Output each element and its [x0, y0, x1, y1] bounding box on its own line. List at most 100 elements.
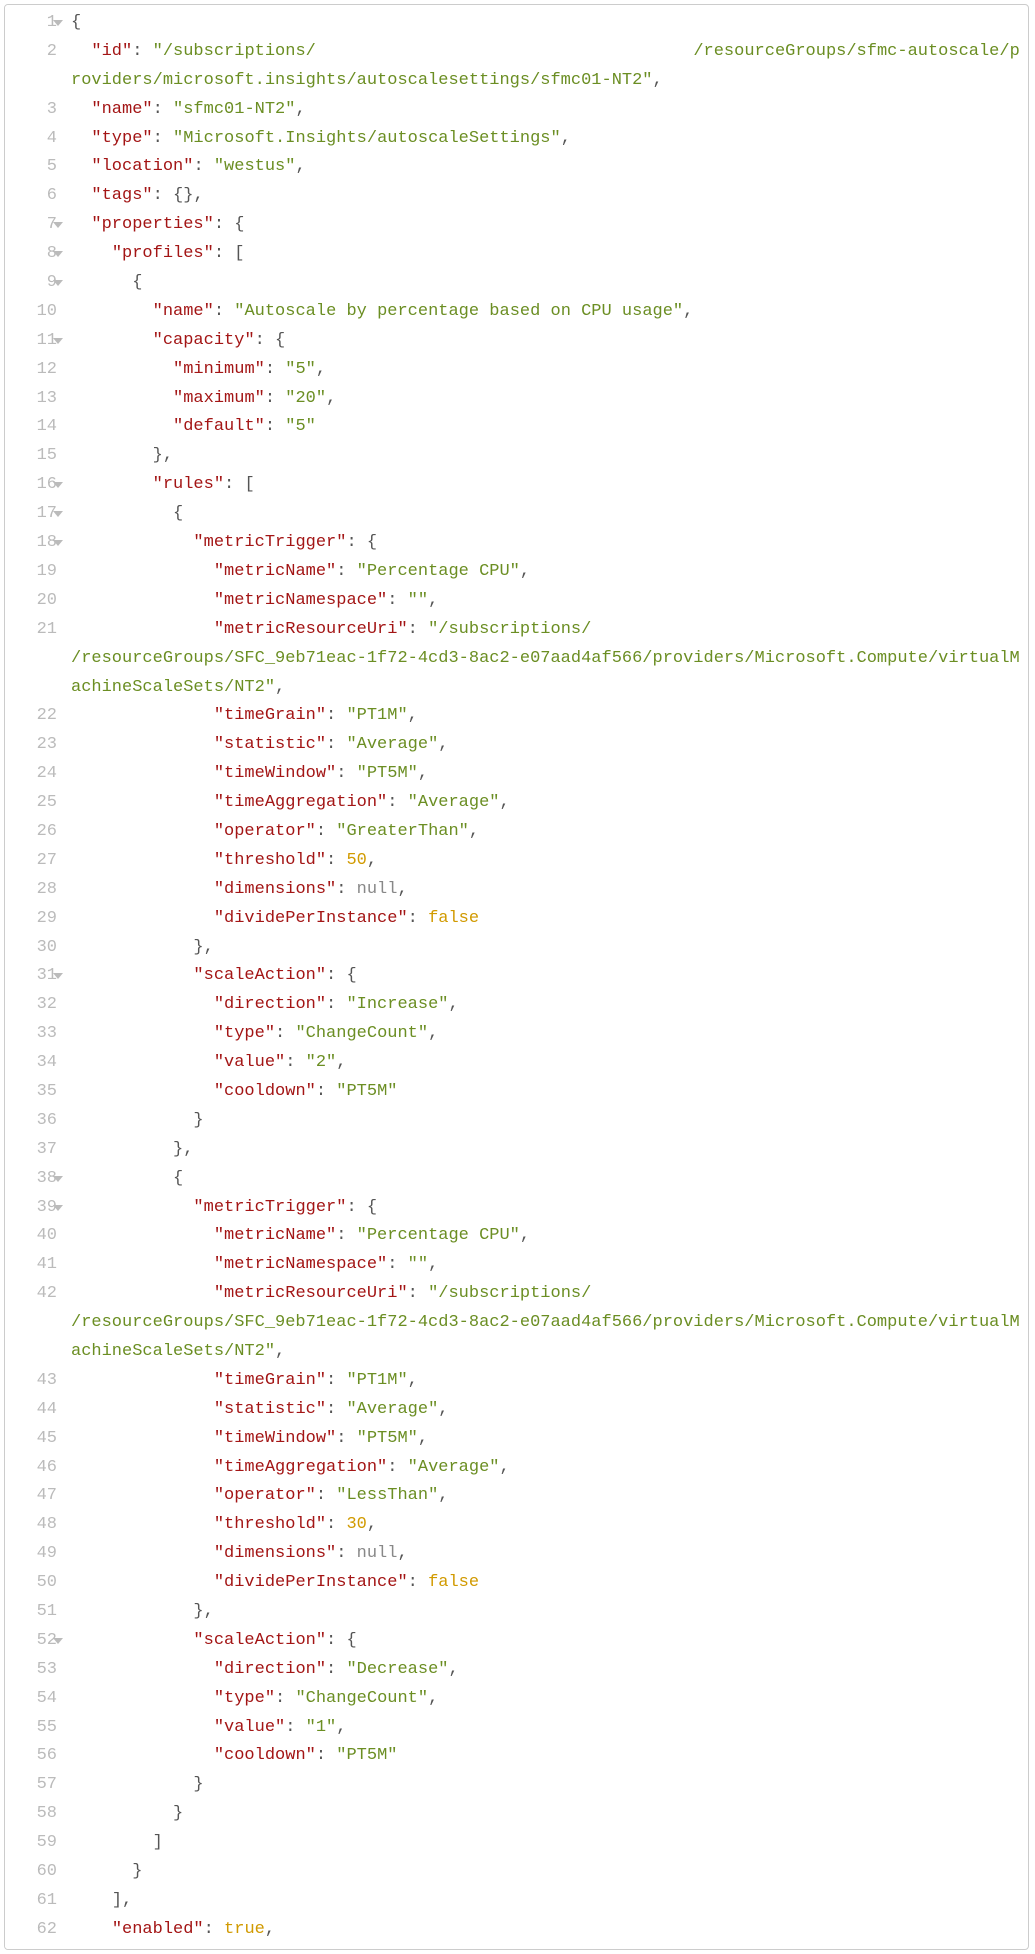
code-line[interactable]: "type": "ChangeCount", — [71, 1685, 1020, 1714]
gutter-line-number: 5 — [17, 153, 57, 182]
gutter-line-number: 26 — [17, 818, 57, 847]
code-line[interactable]: "dividePerInstance": false — [71, 1569, 1020, 1598]
code-line[interactable]: "properties": { — [71, 211, 1020, 240]
code-line[interactable]: "dimensions": null, — [71, 876, 1020, 905]
gutter-line-number: 8 — [17, 240, 57, 269]
code-line[interactable]: "operator": "LessThan", — [71, 1482, 1020, 1511]
code-line[interactable]: "value": "1", — [71, 1714, 1020, 1743]
code-line[interactable]: "cooldown": "PT5M" — [71, 1078, 1020, 1107]
gutter-line-number: 27 — [17, 847, 57, 876]
code-line[interactable]: "dividePerInstance": false — [71, 905, 1020, 934]
gutter-line-number: 28 — [17, 876, 57, 905]
code-line[interactable]: "location": "westus", — [71, 153, 1020, 182]
code-line[interactable]: "maximum": "20", — [71, 385, 1020, 414]
gutter-line-number: 3 — [17, 96, 57, 125]
gutter-line-number: 25 — [17, 789, 57, 818]
gutter-line-number: 14 — [17, 413, 57, 442]
code-line[interactable]: "timeGrain": "PT1M", — [71, 702, 1020, 731]
gutter-line-number: 21 — [17, 616, 57, 703]
gutter-line-number: 12 — [17, 356, 57, 385]
code-line[interactable]: "threshold": 30, — [71, 1511, 1020, 1540]
gutter-line-number: 4 — [17, 125, 57, 154]
code-line[interactable]: { — [71, 269, 1020, 298]
gutter-line-number: 59 — [17, 1829, 57, 1858]
gutter-line-number: 35 — [17, 1078, 57, 1107]
code-line[interactable]: { — [71, 1165, 1020, 1194]
code-line[interactable]: "metricName": "Percentage CPU", — [71, 1222, 1020, 1251]
code-line[interactable]: "scaleAction": { — [71, 1627, 1020, 1656]
code-line[interactable]: "statistic": "Average", — [71, 1396, 1020, 1425]
code-line[interactable]: "type": "ChangeCount", — [71, 1020, 1020, 1049]
gutter-line-number: 32 — [17, 991, 57, 1020]
code-line[interactable]: }, — [71, 1136, 1020, 1165]
code-line[interactable]: "direction": "Decrease", — [71, 1656, 1020, 1685]
code-line[interactable]: "default": "5" — [71, 413, 1020, 442]
code-line[interactable]: "scaleAction": { — [71, 962, 1020, 991]
code-line[interactable]: }, — [71, 1598, 1020, 1627]
code-line[interactable]: ], — [71, 1887, 1020, 1916]
gutter-line-number: 55 — [17, 1714, 57, 1743]
gutter-line-number: 1 — [17, 9, 57, 38]
code-line[interactable]: "rules": [ — [71, 471, 1020, 500]
gutter-line-number: 54 — [17, 1685, 57, 1714]
code-line[interactable]: "capacity": { — [71, 327, 1020, 356]
gutter-line-number: 42 — [17, 1280, 57, 1367]
gutter-line-number: 11 — [17, 327, 57, 356]
code-line[interactable]: "metricTrigger": { — [71, 529, 1020, 558]
code-line[interactable]: "metricName": "Percentage CPU", — [71, 558, 1020, 587]
gutter-line-number: 48 — [17, 1511, 57, 1540]
code-line[interactable]: "operator": "GreaterThan", — [71, 818, 1020, 847]
gutter-line-number: 29 — [17, 905, 57, 934]
code-line[interactable]: "name": "Autoscale by percentage based o… — [71, 298, 1020, 327]
code-line[interactable]: } — [71, 1858, 1020, 1887]
code-line[interactable]: "statistic": "Average", — [71, 731, 1020, 760]
code-line[interactable]: "value": "2", — [71, 1049, 1020, 1078]
code-line[interactable]: "id": "/subscriptions/ /resourceGroups/s… — [71, 38, 1020, 96]
gutter-line-number: 38 — [17, 1165, 57, 1194]
code-line[interactable]: "minimum": "5", — [71, 356, 1020, 385]
gutter-line-number: 31 — [17, 962, 57, 991]
code-line[interactable]: ] — [71, 1829, 1020, 1858]
code-line[interactable]: "threshold": 50, — [71, 847, 1020, 876]
code-line[interactable]: "metricResourceUri": "/subscriptions/ /r… — [71, 1280, 1020, 1367]
code-line[interactable]: { — [71, 9, 1020, 38]
code-line[interactable]: "metricNamespace": "", — [71, 587, 1020, 616]
code-line[interactable]: "direction": "Increase", — [71, 991, 1020, 1020]
gutter-line-number: 36 — [17, 1107, 57, 1136]
code-line[interactable]: "name": "sfmc01-NT2", — [71, 96, 1020, 125]
gutter-line-number: 24 — [17, 760, 57, 789]
code-line[interactable]: "metricNamespace": "", — [71, 1251, 1020, 1280]
code-line[interactable]: "timeWindow": "PT5M", — [71, 1425, 1020, 1454]
gutter-line-number: 15 — [17, 442, 57, 471]
gutter-line-number: 56 — [17, 1742, 57, 1771]
code-line[interactable]: "type": "Microsoft.Insights/autoscaleSet… — [71, 125, 1020, 154]
gutter-line-number: 62 — [17, 1916, 57, 1945]
gutter-line-number: 20 — [17, 587, 57, 616]
gutter-line-number: 33 — [17, 1020, 57, 1049]
code-line[interactable]: "cooldown": "PT5M" — [71, 1742, 1020, 1771]
code-editor[interactable]: 1234567891011121314151617181920212223242… — [4, 4, 1029, 1950]
code-line[interactable]: "timeAggregation": "Average", — [71, 1454, 1020, 1483]
gutter-line-number: 22 — [17, 702, 57, 731]
code-line[interactable]: "dimensions": null, — [71, 1540, 1020, 1569]
gutter-line-number: 43 — [17, 1367, 57, 1396]
gutter: 1234567891011121314151617181920212223242… — [5, 5, 65, 1949]
code-line[interactable]: "timeWindow": "PT5M", — [71, 760, 1020, 789]
gutter-line-number: 52 — [17, 1627, 57, 1656]
code-line[interactable]: } — [71, 1771, 1020, 1800]
code-line[interactable]: "timeAggregation": "Average", — [71, 789, 1020, 818]
code-line[interactable]: "metricTrigger": { — [71, 1194, 1020, 1223]
code-line[interactable]: "metricResourceUri": "/subscriptions/ /r… — [71, 616, 1020, 703]
code-line[interactable]: "profiles": [ — [71, 240, 1020, 269]
code-line[interactable]: "timeGrain": "PT1M", — [71, 1367, 1020, 1396]
gutter-line-number: 6 — [17, 182, 57, 211]
gutter-line-number: 7 — [17, 211, 57, 240]
code-line[interactable]: { — [71, 500, 1020, 529]
code-source[interactable]: { "id": "/subscriptions/ /resourceGroups… — [65, 5, 1028, 1949]
code-line[interactable]: } — [71, 1107, 1020, 1136]
code-line[interactable]: "tags": {}, — [71, 182, 1020, 211]
code-line[interactable]: }, — [71, 934, 1020, 963]
gutter-line-number: 49 — [17, 1540, 57, 1569]
code-line[interactable]: "enabled": true, — [71, 1916, 1020, 1945]
code-line[interactable]: }, — [71, 442, 1020, 471]
